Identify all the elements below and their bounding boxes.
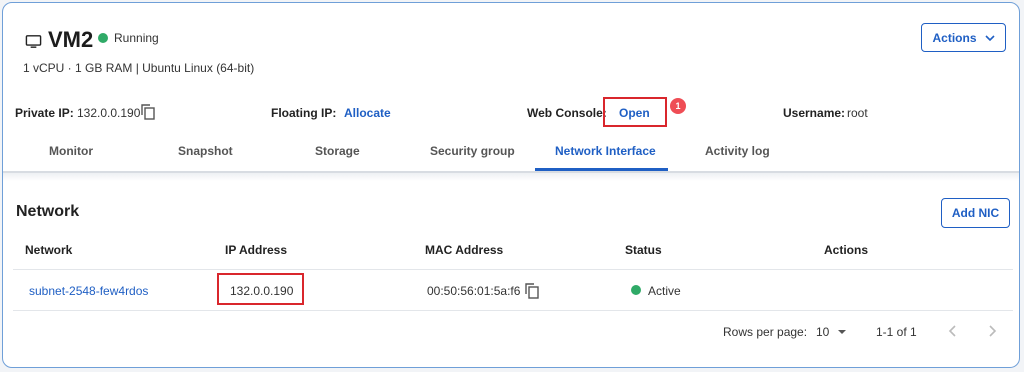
monitor-icon [25,35,42,48]
active-status-dot [631,285,641,295]
chevron-right-icon[interactable] [982,321,1002,341]
network-section-title: Network [16,203,80,220]
username-label: Username: [783,106,846,120]
chevron-left-icon[interactable] [943,321,963,341]
tab-network-interface[interactable]: Network Interface [555,144,656,158]
column-header-mac-address: MAC Address [425,243,504,257]
private-ip-value: 132.0.0.190 [77,106,141,120]
vm-status: Running [114,31,159,45]
table-header-divider [13,269,1013,270]
add-nic-button[interactable]: Add NIC [941,198,1010,228]
rows-per-page-label: Rows per page: [723,325,808,339]
open-web-console-link[interactable]: Open [619,106,650,120]
rows-per-page-select[interactable]: 10 [816,325,847,339]
floating-ip-label: Floating IP: [271,106,337,120]
column-header-ip-address: IP Address [225,243,288,257]
caret-down-icon [837,330,846,334]
actions-button-label: Actions [932,30,977,45]
actions-button[interactable]: Actions [921,23,1006,52]
copy-icon[interactable] [141,104,155,120]
rows-per-page-value: 10 [816,325,830,339]
allocate-floating-ip-link[interactable]: Allocate [344,106,391,120]
web-console-label: Web Console: [527,106,607,120]
tab-security-group[interactable]: Security group [430,144,515,158]
chevron-down-icon [984,34,995,41]
running-status-dot [98,33,108,43]
network-name-link[interactable]: subnet-2548-few4rdos [29,284,148,298]
section-shadow [3,173,1019,181]
tab-monitor[interactable]: Monitor [49,144,93,158]
step-badge: 1 [670,98,686,114]
status-cell: Active [648,284,681,298]
tab-activity-log[interactable]: Activity log [705,144,770,158]
vm-detail-panel: VM2 Running 1 vCPU · 1 GB RAM | Ubuntu L… [2,2,1020,368]
tab-storage[interactable]: Storage [315,144,360,158]
username-value: root [847,106,868,120]
vm-specs: 1 vCPU · 1 GB RAM | Ubuntu Linux (64-bit… [23,61,255,75]
ip-address-cell: 132.0.0.190 [230,284,294,298]
column-header-actions: Actions [824,243,869,257]
pagination-range: 1-1 of 1 [876,325,917,339]
copy-icon[interactable] [525,283,539,299]
column-header-status: Status [625,243,662,257]
private-ip-label: Private IP: [15,106,74,120]
vm-name: VM2 [48,27,94,52]
table-row-divider [13,310,1013,311]
tab-snapshot[interactable]: Snapshot [178,144,233,158]
mac-address-cell: 00:50:56:01:5a:f6 [427,284,521,298]
column-header-network: Network [25,243,73,257]
